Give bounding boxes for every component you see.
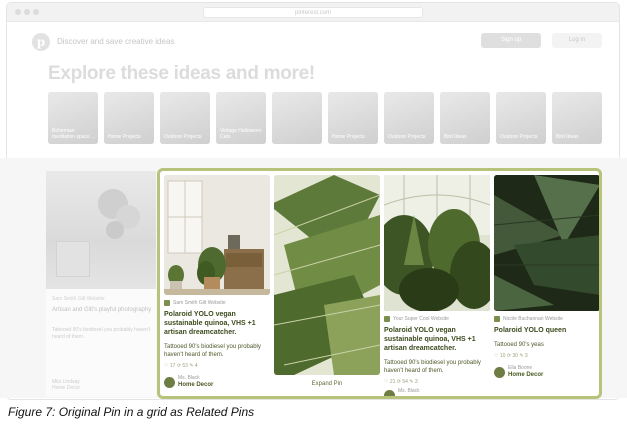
related-pin-source: Nicole Buchannan Website <box>494 315 599 323</box>
original-pin-user: Mila Lindsay Home Decor <box>52 379 80 391</box>
original-pin-title: Artisan and Gilt's playful photography <box>52 307 152 313</box>
related-pin-image <box>384 175 490 311</box>
explore-heading: Explore these ideas and more! <box>48 63 315 84</box>
idea-tile[interactable]: Vintage Halloween Cats <box>216 92 266 144</box>
related-pin-source: Your Super Cool Website <box>384 315 490 323</box>
interior-photo-icon <box>164 175 270 295</box>
related-pin-card: Nicole Buchannan Website Polaroid YOLO q… <box>494 315 599 383</box>
avatar <box>494 367 505 378</box>
related-pin-source: Sam Smith Gilt Website <box>164 299 270 307</box>
related-pin-user[interactable]: Ella Boone Home Decor <box>494 365 599 383</box>
idea-tile[interactable]: Outdoor Projects <box>496 92 546 144</box>
original-pin-board: Home Decor <box>52 385 81 391</box>
idea-tile[interactable] <box>272 92 322 144</box>
leaf-photo-icon <box>274 175 380 375</box>
window-dot[interactable] <box>24 9 30 15</box>
browser-chrome: pinterest.com <box>7 3 619 22</box>
related-pin-username: Ms. Black <box>398 388 420 394</box>
signup-button[interactable]: Sign up <box>481 33 541 48</box>
related-pin-card: Sam Smith Gilt Website Polaroid YOLO veg… <box>164 299 270 393</box>
related-pin-title[interactable]: Polaroid YOLO vegan sustainable quinoa, … <box>164 310 270 337</box>
related-pin-stats: ♡ 17 ⟳ 53 ✎ 4 <box>164 363 198 369</box>
related-pin-stats: ♡ 21 ⟳ 54 ✎ 3 <box>384 379 418 385</box>
original-pin-description: Tattooed 90's biodiesel you probably hav… <box>52 327 151 340</box>
related-pins-highlight: Sam Smith Gilt Website Polaroid YOLO veg… <box>157 168 602 399</box>
idea-tile-label: Home Projects <box>108 134 141 140</box>
related-pin-image <box>164 175 270 295</box>
related-pin-username: Ms. Black <box>178 375 200 381</box>
related-pin-description: Tattooed 90's yeas <box>494 342 544 348</box>
idea-tile-label: Home Projects <box>332 134 365 140</box>
related-pin-username: Ella Boone <box>508 365 533 371</box>
original-pin[interactable]: Sam Smith Gilt Website Artisan and Gilt'… <box>46 171 156 397</box>
related-pin-title[interactable]: Polaroid YOLO vegan sustainable quinoa, … <box>384 326 490 353</box>
related-pin-image <box>494 175 599 311</box>
related-pin-image <box>274 175 380 375</box>
idea-tile-label: Bird Ideas <box>556 134 579 140</box>
address-bar[interactable]: pinterest.com <box>203 7 423 18</box>
related-pin-description: Tattooed 90's biodiesel you probably hav… <box>164 344 261 358</box>
idea-tile[interactable]: Bird Ideas <box>440 92 490 144</box>
idea-tile-label: Outdoor Projects <box>388 134 426 140</box>
related-pin-title[interactable]: Polaroid YOLO queen <box>494 326 599 335</box>
original-pin-source: Sam Smith Gilt Website <box>52 296 105 302</box>
idea-tile[interactable]: Outdoor Projects <box>384 92 434 144</box>
related-pin-board: Home Decor <box>508 372 544 378</box>
original-pin-image <box>46 171 156 289</box>
figure-caption: Figure 7: Original Pin in a grid as Rela… <box>8 405 255 419</box>
expand-pin-button[interactable]: Expand Pin <box>274 381 380 387</box>
related-pin-description: Tattooed 90's biodiesel you probably hav… <box>384 360 481 374</box>
palm-leaf-photo-icon <box>494 175 599 311</box>
avatar <box>384 390 395 396</box>
related-pin-stats: ♡ 10 ⟳ 30 ✎ 3 <box>494 353 528 359</box>
idea-tile[interactable]: Home Projects <box>104 92 154 144</box>
greenhouse-photo-icon <box>384 175 490 311</box>
related-pin-user[interactable]: Ms. Black <box>384 388 490 396</box>
idea-tile-label: Outdoor Projects <box>500 134 538 140</box>
login-button[interactable]: Log in <box>552 33 602 48</box>
idea-tile-label: Vintage Halloween Cats <box>220 128 262 140</box>
idea-tile-label: Outdoor Projects <box>164 134 202 140</box>
window-dot[interactable] <box>15 9 21 15</box>
window-dot[interactable] <box>33 9 39 15</box>
idea-tile-label: Bohemian meditation space ... <box>52 128 96 140</box>
pinterest-logo[interactable]: p <box>32 33 50 51</box>
related-pin-card: Your Super Cool Website Polaroid YOLO ve… <box>384 315 490 396</box>
idea-tile-label: Bird Ideas <box>444 134 467 140</box>
avatar <box>164 377 175 388</box>
idea-tile[interactable]: Outdoor Projects <box>160 92 210 144</box>
related-pin-board: Home Decor <box>178 382 214 388</box>
related-pin-user[interactable]: Ms. Black Home Decor <box>164 375 270 393</box>
idea-tile[interactable]: Bird Ideas <box>552 92 602 144</box>
idea-tile[interactable]: Home Projects <box>328 92 378 144</box>
idea-tile[interactable]: Bohemian meditation space ... <box>48 92 98 144</box>
tagline: Discover and save creative ideas <box>57 37 175 46</box>
